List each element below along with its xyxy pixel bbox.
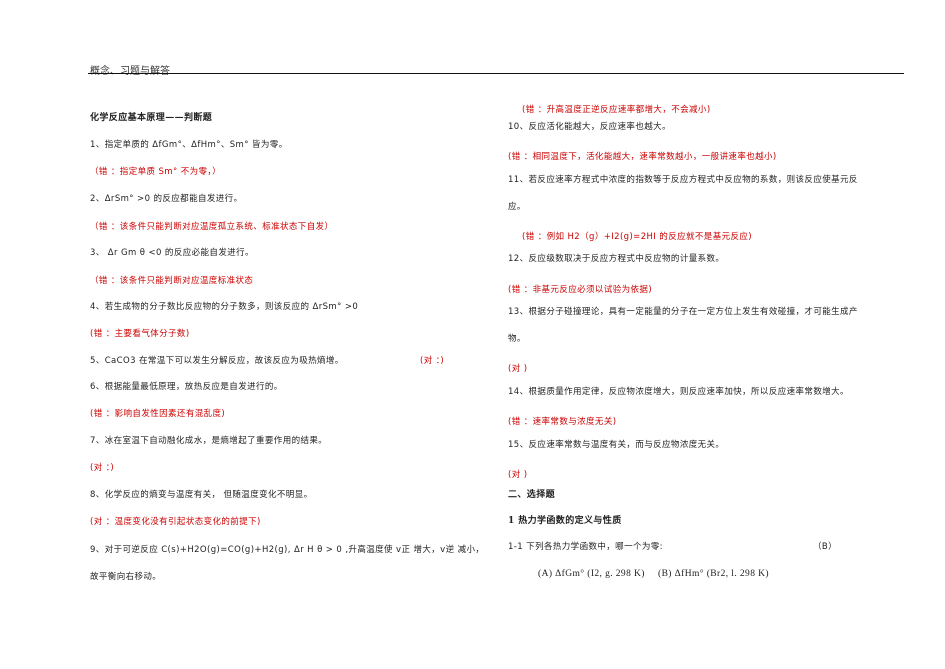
question-1-1: 1-1 下列各热力学函数中，哪一个为零: [508, 542, 663, 552]
question-14: 14、根据质量作用定律，反应物浓度增大，则反应速率加快，所以反应速率常数增大。 [508, 387, 849, 397]
question-10: 10、反应活化能越大，反应速率也越大。 [508, 122, 671, 132]
subsection-title: 1 热力学函数的定义与性质 [508, 516, 622, 526]
answer-13: (对 ) [508, 364, 528, 374]
question-11-line2: 应。 [508, 202, 526, 212]
answer-6: (错 ：影响自发性因素还有混乱度) [90, 409, 226, 419]
answer-14: (错 ：速率常数与浓度无关) [508, 417, 617, 427]
answer-2: （错 ：该条件只能判断对应温度孤立系统、标准状态下自发） [90, 222, 334, 232]
answer-8: (对 ：温度变化没有引起状态变化的前提下) [90, 517, 261, 527]
question-2: 2、ΔrSm° >0 的反应都能自发进行。 [90, 194, 243, 204]
question-3: 3、 Δr Gm θ <0 的反应必能自发进行。 [90, 248, 254, 258]
question-5: 5、CaCO3 在常温下可以发生分解反应，故该反应为吸热熵增。 [90, 356, 344, 366]
answer-1: （错 ：指定单质 Sm° 不为零，） [90, 167, 221, 177]
answer-12: (错 ：非基元反应必须以试验为依据) [508, 285, 653, 295]
section-title: 化学反应基本原理——判断题 [90, 113, 213, 123]
question-13-line1: 13、根据分子碰撞理论，具有一定能量的分子在一定方位上发生有效碰撞，才可能生成产 [508, 307, 858, 317]
answer-5: (对 ：) [420, 356, 445, 366]
answer-11: (错 ：例如 H2（g）+I2(g)=2HI 的反应就不是基元反应) [522, 232, 753, 242]
question-15: 15、反应速率常数与温度有关，而与反应物浓度无关。 [508, 440, 725, 450]
section-2-title: 二、选择题 [508, 490, 556, 500]
question-11-line1: 11、若反应速率方程式中浓度的指数等于反应方程式中反应物的系数，则该反应使基元反 [508, 175, 858, 185]
question-13-line2: 物。 [508, 334, 526, 344]
question-1: 1、指定单质的 ΔfGm°、ΔfHm°、Sm° 皆为零。 [90, 140, 288, 150]
answer-9: (错 ：升高温度正逆反应速率都增大，不会减小) [522, 105, 711, 115]
answer-7: (对 ：) [90, 463, 115, 473]
header-divider [88, 73, 904, 74]
question-12: 12、反应级数取决于反应方程式中反应物的计量系数。 [508, 254, 725, 264]
answer-3: （错 ：该条件只能判断对应温度标准状态 [90, 276, 254, 286]
option-b: (B) ΔfHm° (Br2, l. 298 K) [658, 569, 769, 579]
answer-4: (错 ：主要看气体分子数) [90, 329, 190, 339]
question-6: 6、根据能量最低原理，放热反应是自发进行的。 [90, 382, 283, 392]
question-8: 8、化学反应的熵变与温度有关， 但随温度变化不明显。 [90, 490, 313, 500]
option-a: (A) ΔfGm° (I2, g. 298 K) [538, 569, 645, 579]
question-4: 4、若生成物的分子数比反应物的分子数多，则该反应的 ΔrSm° >0 [90, 302, 359, 312]
question-9-line1: 9、对于可逆反应 C(s)+H2O(g)=CO(g)+H2(g), Δr H θ… [90, 545, 485, 555]
answer-10: (错 ：相同温度下，活化能越大，速率常数越小，一般讲速率也越小) [508, 152, 777, 162]
answer-choice: （B） [813, 542, 838, 552]
page-header: 概念、习题与解答 [90, 66, 170, 77]
answer-15: (对 ) [508, 470, 528, 480]
question-9-line2: 故平衡向右移动。 [90, 572, 162, 582]
question-7: 7、冰在室温下自动融化成水，是熵增起了重要作用的结果。 [90, 436, 328, 446]
